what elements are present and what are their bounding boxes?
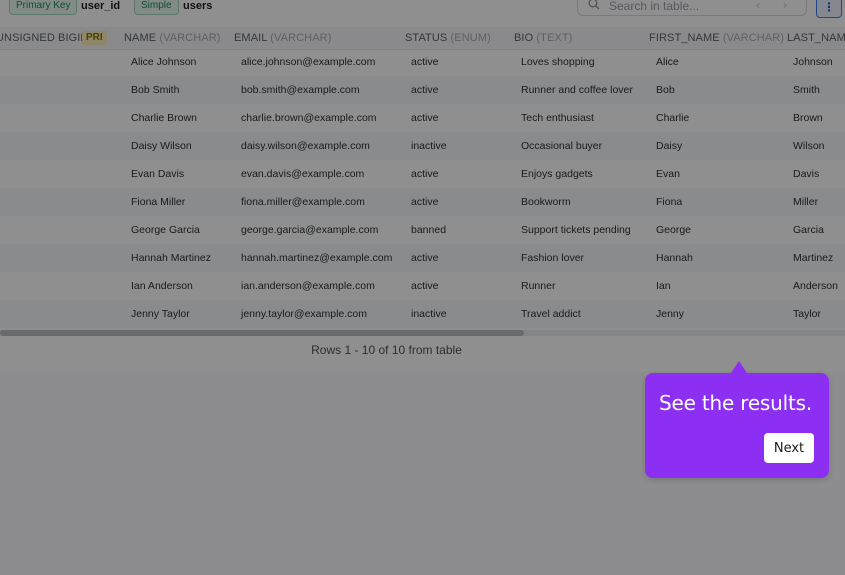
cell-status[interactable]: active bbox=[411, 56, 438, 68]
cell-first-name[interactable]: Daisy bbox=[656, 140, 682, 152]
cell-first-name[interactable]: Ian bbox=[656, 280, 671, 292]
cell-email[interactable]: bob.smith@example.com bbox=[241, 84, 360, 96]
cell-name[interactable]: Charlie Brown bbox=[131, 112, 197, 124]
table-header: UNSIGNED BIGINT) PRI NAME (VARCHAR) EMAI… bbox=[0, 27, 845, 50]
cell-bio[interactable]: Loves shopping bbox=[521, 56, 595, 68]
column-header-bio[interactable]: BIO (TEXT) bbox=[514, 32, 572, 44]
cell-email[interactable]: george.garcia@example.com bbox=[241, 224, 378, 236]
cell-status[interactable]: inactive bbox=[411, 308, 447, 320]
table-name: users bbox=[183, 0, 213, 12]
cell-last-name[interactable]: Johnson bbox=[793, 56, 833, 68]
table-row[interactable]: Ian Anderson ian.anderson@example.com acti… bbox=[0, 272, 845, 300]
row-count-status: Rows 1 - 10 of 10 from table bbox=[311, 343, 462, 357]
cell-first-name[interactable]: Evan bbox=[656, 168, 680, 180]
table-row[interactable]: Fiona Miller fiona.miller@example.com acti… bbox=[0, 188, 845, 216]
table-row[interactable]: Alice Johnson alice.johnson@example.com ac… bbox=[0, 48, 845, 76]
cell-email[interactable]: jenny.taylor@example.com bbox=[241, 308, 367, 320]
cell-status[interactable]: active bbox=[411, 252, 438, 264]
cell-last-name[interactable]: Brown bbox=[793, 112, 823, 124]
cell-status[interactable]: active bbox=[411, 280, 438, 292]
cell-name[interactable]: Fiona Miller bbox=[131, 196, 185, 208]
primary-key-badge: Primary Key bbox=[9, 0, 78, 15]
cell-last-name[interactable]: Wilson bbox=[793, 140, 825, 152]
table-search-input[interactable]: Search in table... ‹ › bbox=[577, 0, 807, 16]
column-header-last-name[interactable]: LAST_NAME bbox=[787, 32, 845, 44]
cell-name[interactable]: Jenny Taylor bbox=[131, 308, 190, 320]
cell-first-name[interactable]: Charlie bbox=[656, 112, 689, 124]
tooltip-caret bbox=[731, 361, 747, 373]
column-header-status[interactable]: STATUS (ENUM) bbox=[405, 32, 491, 44]
column-header-first-name[interactable]: FIRST_NAME (VARCHAR) bbox=[649, 32, 784, 44]
cell-bio[interactable]: Enjoys gadgets bbox=[521, 168, 593, 180]
cell-last-name[interactable]: Martinez bbox=[793, 252, 833, 264]
table-row[interactable]: Daisy Wilson daisy.wilson@example.com inac… bbox=[0, 132, 845, 160]
simple-badge: Simple bbox=[134, 0, 179, 15]
prev-match-icon[interactable]: ‹ bbox=[756, 0, 760, 12]
cell-last-name[interactable]: Taylor bbox=[793, 308, 821, 320]
table-row[interactable]: George Garcia george.garcia@example.com ba… bbox=[0, 216, 845, 244]
table-row[interactable]: Evan Davis evan.davis@example.com active En… bbox=[0, 160, 845, 188]
table-row[interactable]: Hannah Martinez hannah.martinez@example.c… bbox=[0, 244, 845, 272]
tour-next-button[interactable]: Next bbox=[764, 433, 814, 463]
primary-key-value: user_id bbox=[81, 0, 121, 12]
cell-email[interactable]: charlie.brown@example.com bbox=[241, 112, 377, 124]
cell-first-name[interactable]: Alice bbox=[656, 56, 679, 68]
cell-bio[interactable]: Tech enthusiast bbox=[521, 112, 594, 124]
cell-bio[interactable]: Travel addict bbox=[521, 308, 581, 320]
cell-bio[interactable]: Occasional buyer bbox=[521, 140, 602, 152]
search-icon bbox=[588, 0, 600, 10]
table-row[interactable]: Bob Smith bob.smith@example.com active Runn… bbox=[0, 76, 845, 104]
cell-name[interactable]: Ian Anderson bbox=[131, 280, 193, 292]
tooltip-message: See the results. bbox=[659, 391, 813, 415]
cell-last-name[interactable]: Anderson bbox=[793, 280, 838, 292]
cell-email[interactable]: hannah.martinez@example.com bbox=[241, 252, 392, 264]
cell-first-name[interactable]: Fiona bbox=[656, 196, 682, 208]
cell-email[interactable]: evan.davis@example.com bbox=[241, 168, 364, 180]
column-header-email[interactable]: EMAIL (VARCHAR) bbox=[234, 32, 331, 44]
primary-key-marker: PRI bbox=[82, 31, 107, 45]
search-placeholder: Search in table... bbox=[609, 0, 700, 13]
cell-email[interactable]: daisy.wilson@example.com bbox=[241, 140, 370, 152]
next-match-icon[interactable]: › bbox=[783, 0, 787, 12]
cell-email[interactable]: fiona.miller@example.com bbox=[241, 196, 365, 208]
cell-name[interactable]: Alice Johnson bbox=[131, 56, 196, 68]
tour-tooltip: See the results. Next bbox=[645, 361, 829, 478]
table-body: Alice Johnson alice.johnson@example.com ac… bbox=[0, 48, 845, 328]
cell-status[interactable]: active bbox=[411, 112, 438, 124]
cell-last-name[interactable]: Davis bbox=[793, 168, 819, 180]
cell-first-name[interactable]: Jenny bbox=[656, 308, 684, 320]
cell-email[interactable]: ian.anderson@example.com bbox=[241, 280, 375, 292]
horizontal-scrollbar[interactable] bbox=[0, 330, 845, 336]
cell-status[interactable]: active bbox=[411, 168, 438, 180]
cell-email[interactable]: alice.johnson@example.com bbox=[241, 56, 375, 68]
cell-last-name[interactable]: Miller bbox=[793, 196, 818, 208]
table-view: Primary Key user_id Simple users Search … bbox=[0, 0, 845, 372]
cell-name[interactable]: Evan Davis bbox=[131, 168, 184, 180]
table-row[interactable]: Jenny Taylor jenny.taylor@example.com inac… bbox=[0, 300, 845, 328]
cell-first-name[interactable]: George bbox=[656, 224, 691, 236]
cell-last-name[interactable]: Smith bbox=[793, 84, 820, 96]
cell-status[interactable]: inactive bbox=[411, 140, 447, 152]
cell-bio[interactable]: Runner bbox=[521, 280, 555, 292]
more-options-button[interactable]: ⋮ bbox=[816, 0, 842, 18]
cell-status[interactable]: banned bbox=[411, 224, 446, 236]
cell-first-name[interactable]: Hannah bbox=[656, 252, 693, 264]
cell-name[interactable]: Hannah Martinez bbox=[131, 252, 211, 264]
cell-status[interactable]: active bbox=[411, 196, 438, 208]
cell-name[interactable]: Bob Smith bbox=[131, 84, 179, 96]
cell-first-name[interactable]: Bob bbox=[656, 84, 675, 96]
cell-status[interactable]: active bbox=[411, 84, 438, 96]
table-row[interactable]: Charlie Brown charlie.brown@example.com ac… bbox=[0, 104, 845, 132]
cell-bio[interactable]: Bookworm bbox=[521, 196, 571, 208]
cell-name[interactable]: George Garcia bbox=[131, 224, 200, 236]
cell-name[interactable]: Daisy Wilson bbox=[131, 140, 192, 152]
cell-last-name[interactable]: Garcia bbox=[793, 224, 824, 236]
column-header-name[interactable]: NAME (VARCHAR) bbox=[124, 32, 221, 44]
cell-bio[interactable]: Fashion lover bbox=[521, 252, 584, 264]
cell-bio[interactable]: Support tickets pending bbox=[521, 224, 631, 236]
cell-bio[interactable]: Runner and coffee lover bbox=[521, 84, 633, 96]
table-toolbar: Primary Key user_id Simple users Search … bbox=[0, 0, 845, 22]
scrollbar-thumb[interactable] bbox=[0, 330, 524, 336]
